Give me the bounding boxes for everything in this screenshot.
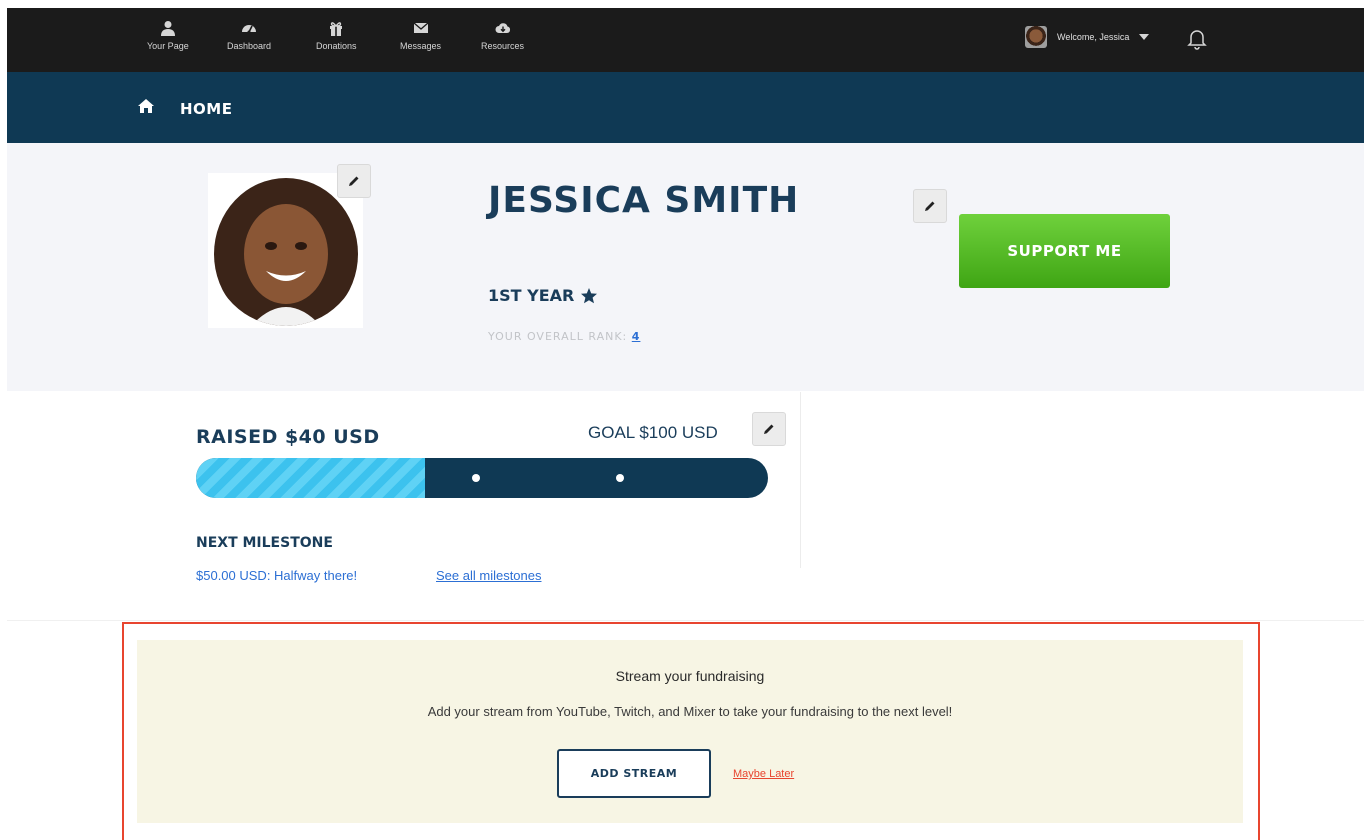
- nav-item-messages[interactable]: Messages: [400, 20, 441, 51]
- section-divider: [800, 392, 801, 568]
- home-icon[interactable]: [137, 98, 155, 114]
- nav-item-dashboard[interactable]: Dashboard: [227, 20, 271, 51]
- nav-label: Resources: [481, 41, 525, 51]
- edit-photo-button[interactable]: [337, 164, 371, 198]
- stream-title: Stream your fundraising: [615, 668, 765, 684]
- next-milestone-text: $50.00 USD: Halfway there!: [196, 568, 358, 583]
- year-label: 1ST YEAR: [488, 286, 575, 305]
- raised-amount: RAISED $40 USD: [196, 426, 380, 448]
- caret-down-icon: [1139, 34, 1150, 40]
- milestone-marker: [616, 474, 624, 482]
- profile-photo: [211, 176, 361, 326]
- milestone-marker: [472, 474, 480, 482]
- edit-goal-button[interactable]: [752, 412, 786, 446]
- support-me-button[interactable]: SUPPORT ME: [959, 214, 1170, 288]
- envelope-icon: [413, 22, 428, 33]
- progress-fill: [196, 458, 425, 498]
- user-icon: [160, 21, 175, 36]
- maybe-later-link[interactable]: Maybe Later: [733, 768, 794, 780]
- profile-header: JESSICA SMITH SUPPORT ME 1ST YEAR YOUR O…: [7, 143, 1364, 391]
- rank-value-link[interactable]: 4: [632, 330, 641, 343]
- pencil-icon: [349, 176, 359, 186]
- user-menu[interactable]: Welcome, Jessica: [1025, 26, 1150, 48]
- goal-amount: GOAL $100 USD: [588, 423, 718, 442]
- top-navigation-bar: Your Page Dashboard Donations Messages R…: [7, 8, 1364, 72]
- bell-icon[interactable]: [1187, 28, 1207, 50]
- nav-label: Dashboard: [227, 41, 272, 51]
- dashboard-icon: [242, 25, 257, 34]
- section-divider: [7, 620, 1364, 621]
- profile-name: JESSICA SMITH: [488, 180, 800, 221]
- participant-year: 1ST YEAR: [488, 286, 598, 305]
- stream-description: Add your stream from YouTube, Twitch, an…: [427, 704, 953, 719]
- nav-item-your-page[interactable]: Your Page: [147, 20, 189, 51]
- next-milestone-heading: NEXT MILESTONE: [196, 535, 333, 551]
- pencil-icon: [764, 424, 774, 434]
- nav-item-donations[interactable]: Donations: [316, 20, 357, 51]
- gift-icon: [330, 22, 343, 36]
- user-avatar: [1025, 26, 1047, 48]
- see-all-milestones-link[interactable]: See all milestones: [436, 568, 542, 583]
- star-icon: [581, 287, 598, 303]
- nav-label: Donations: [316, 41, 357, 51]
- welcome-text: Welcome, Jessica: [1057, 32, 1130, 42]
- stream-promo-panel: Stream your fundraising Add your stream …: [137, 640, 1243, 823]
- nav-label: Messages: [400, 41, 442, 51]
- nav-label: Your Page: [147, 41, 189, 51]
- cloud-download-icon: [495, 23, 510, 33]
- edit-name-button[interactable]: [913, 189, 947, 223]
- pencil-icon: [925, 201, 935, 211]
- rank-label: YOUR OVERALL RANK:: [488, 330, 628, 343]
- nav-item-resources[interactable]: Resources: [481, 20, 524, 51]
- breadcrumb-home[interactable]: HOME: [180, 100, 232, 118]
- add-stream-button[interactable]: ADD STREAM: [557, 749, 711, 798]
- breadcrumb: HOME: [7, 72, 1364, 143]
- overall-rank: YOUR OVERALL RANK: 4: [488, 330, 640, 343]
- fundraising-progress-bar: [196, 458, 768, 498]
